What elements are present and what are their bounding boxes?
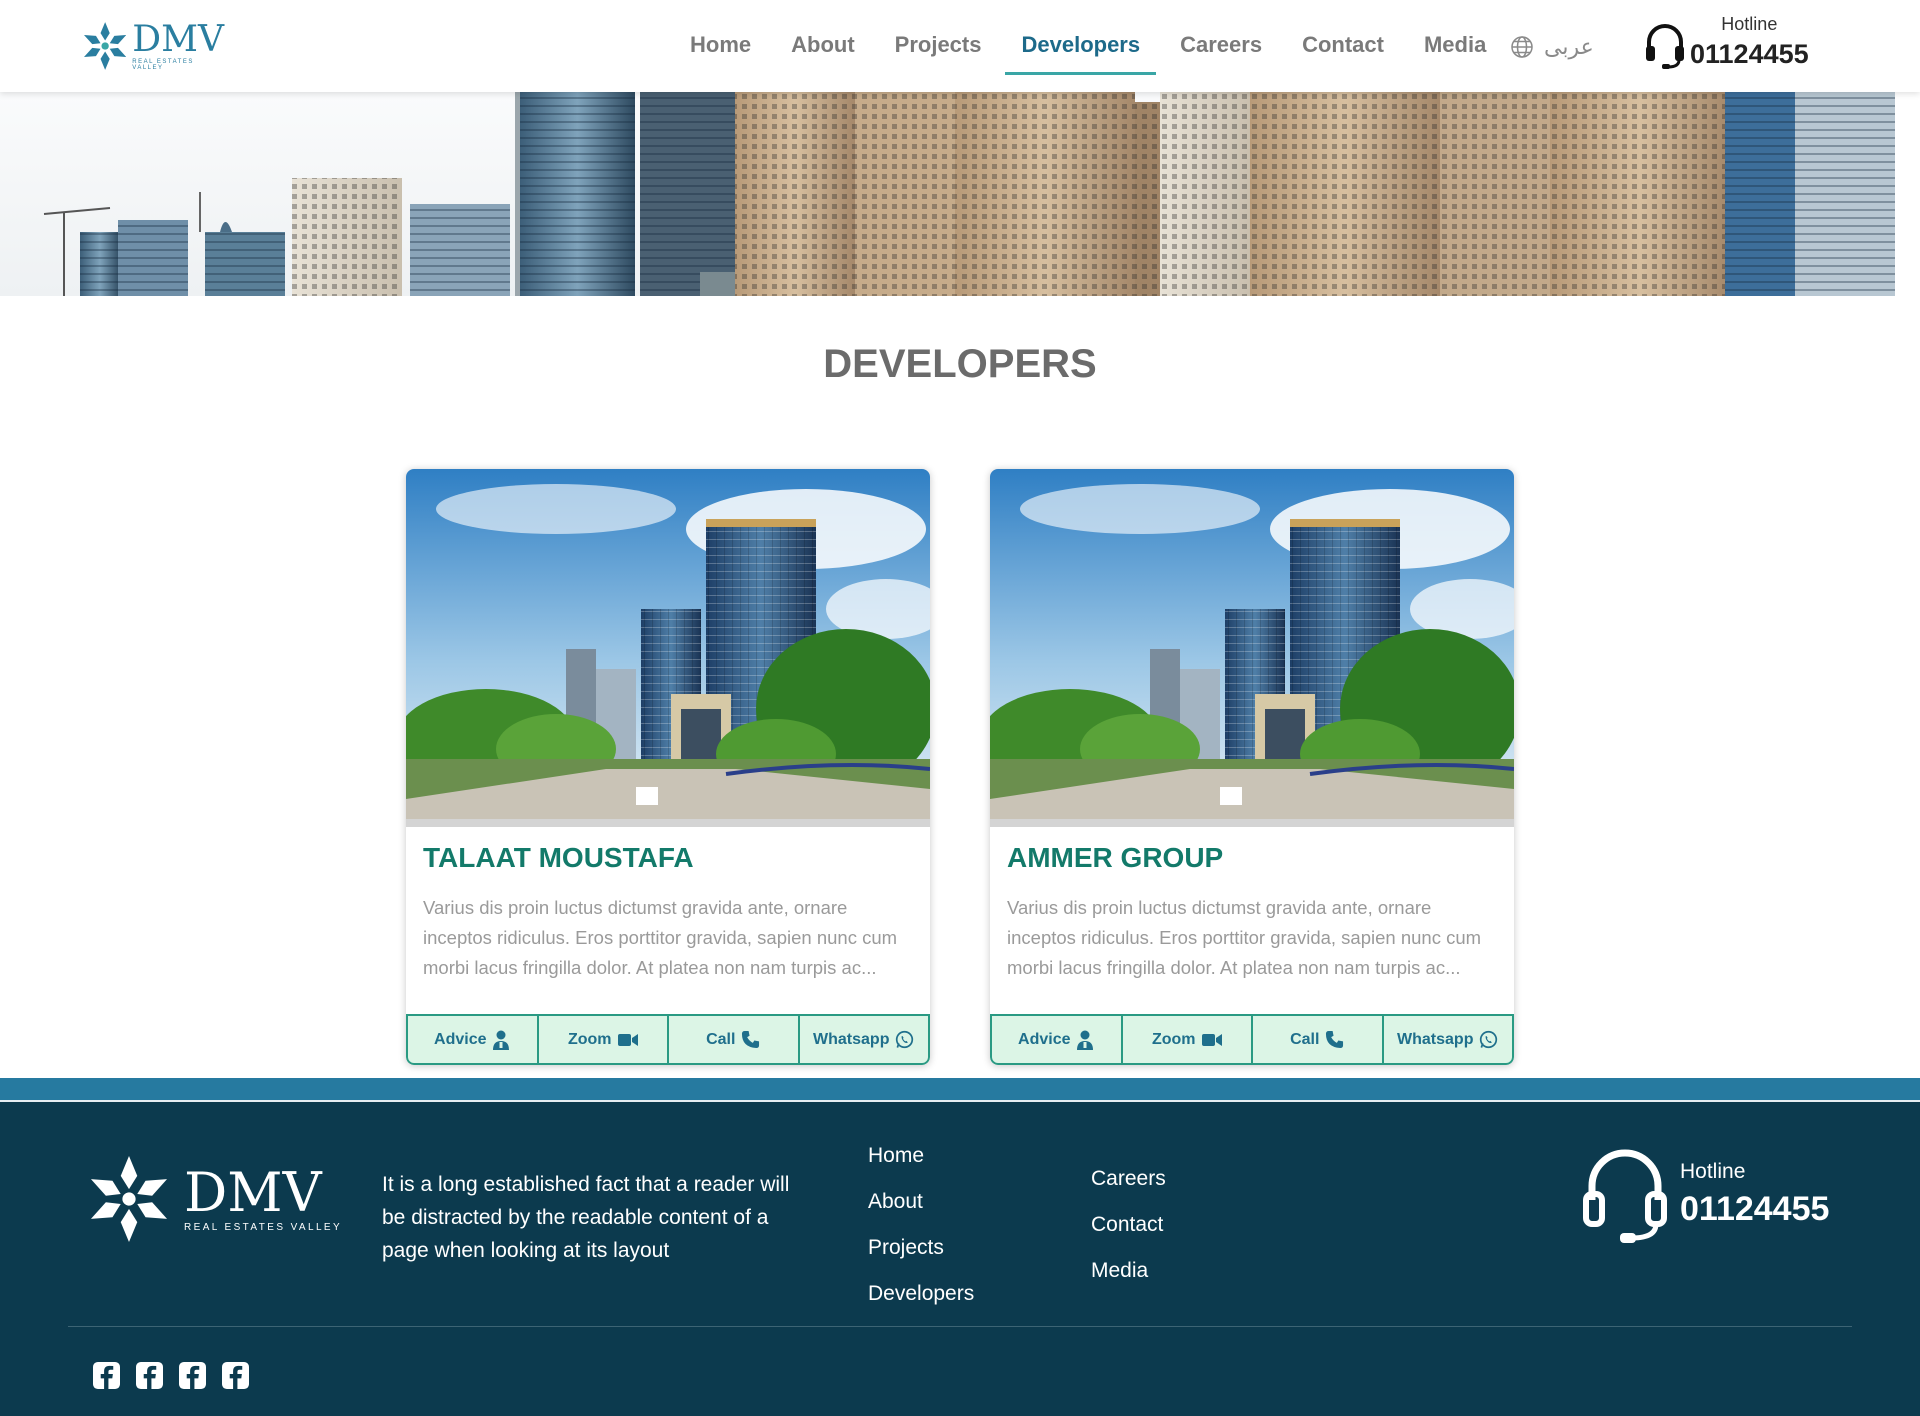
nav-developers[interactable]: Developers <box>1001 32 1160 76</box>
social-links <box>93 1362 249 1389</box>
call-button[interactable]: Call <box>669 1016 800 1063</box>
developer-card[interactable]: AMMER GROUP Varius dis proin luctus dict… <box>990 469 1514 1065</box>
developer-description: Varius dis proin luctus dictumst gravida… <box>423 897 898 978</box>
whatsapp-button[interactable]: Whatsapp <box>1384 1016 1513 1063</box>
footer-description: It is a long established fact that a rea… <box>382 1173 790 1262</box>
developer-name[interactable]: TALAAT MOUSTAFA <box>423 842 694 874</box>
facebook-icon[interactable] <box>93 1362 120 1389</box>
page-title: DEVELOPERS <box>823 342 1097 386</box>
nav-media[interactable]: Media <box>1404 32 1506 76</box>
developer-card[interactable]: TALAAT MOUSTAFA Varius dis proin luctus … <box>406 469 930 1065</box>
headset-icon <box>1583 1149 1667 1243</box>
card-actions: Advice Zoom Call Whatsapp <box>406 1014 930 1065</box>
whatsapp-icon <box>896 1030 914 1049</box>
facebook-icon[interactable] <box>136 1362 163 1389</box>
globe-icon <box>1511 36 1533 58</box>
hotline-label: Hotline <box>1721 14 1778 34</box>
card-actions: Advice Zoom Call Whatsapp <box>990 1014 1514 1065</box>
footer-link-contact[interactable]: Contact <box>1091 1213 1166 1259</box>
video-camera-icon <box>1201 1033 1222 1046</box>
developer-description: Varius dis proin luctus dictumst gravida… <box>1007 897 1482 978</box>
hero-banner <box>0 92 1895 296</box>
user-advisor-icon <box>1077 1030 1094 1050</box>
advice-label: Advice <box>1018 1030 1071 1048</box>
video-camera-icon <box>617 1033 638 1046</box>
advice-label: Advice <box>434 1030 487 1048</box>
footer-link-about[interactable]: About <box>868 1190 974 1236</box>
zoom-label: Zoom <box>1151 1030 1196 1048</box>
facebook-icon[interactable] <box>222 1362 249 1389</box>
zoom-button[interactable]: Zoom <box>1123 1016 1253 1063</box>
footer-link-developers[interactable]: Developers <box>868 1282 974 1328</box>
nav-about[interactable]: About <box>771 32 875 76</box>
footer-links-primary: Home About Projects Developers <box>868 1144 974 1328</box>
whatsapp-label: Whatsapp <box>813 1030 890 1048</box>
developer-name[interactable]: AMMER GROUP <box>1007 842 1223 874</box>
nav-projects[interactable]: Projects <box>875 32 1002 76</box>
footer-logo-tagline: REAL ESTATES VALLEY <box>184 1221 343 1233</box>
footer-hotline-label: Hotline <box>1680 1159 1746 1183</box>
footer-hotline: Hotline 01124455 <box>1582 1144 1829 1244</box>
nav-contact[interactable]: Contact <box>1282 32 1404 76</box>
advice-button[interactable]: Advice <box>408 1016 539 1063</box>
main-nav: Home About Projects Developers Careers C… <box>670 32 1506 76</box>
footer-hotline-number[interactable]: 01124455 <box>1680 1190 1829 1229</box>
footer-link-careers[interactable]: Careers <box>1091 1167 1166 1213</box>
call-label: Call <box>706 1030 736 1048</box>
skyline-banner-image <box>43 92 1895 296</box>
footer-link-projects[interactable]: Projects <box>868 1236 974 1282</box>
whatsapp-label: Whatsapp <box>1397 1030 1474 1048</box>
dmv-logo-mark-icon <box>84 22 127 70</box>
image-divider <box>406 819 930 827</box>
footer-link-home[interactable]: Home <box>868 1144 974 1190</box>
zoom-button[interactable]: Zoom <box>539 1016 669 1063</box>
site-logo[interactable]: DMV REAL ESTATES VALLEY <box>84 18 224 74</box>
call-label: Call <box>1290 1030 1320 1048</box>
footer-logo-brand: DMV <box>184 1160 322 1224</box>
phone-icon <box>742 1030 760 1049</box>
site-header: DMV REAL ESTATES VALLEY Home About Proje… <box>0 0 1920 92</box>
zoom-label: Zoom <box>567 1030 612 1048</box>
logo-brand: DMV <box>132 18 224 60</box>
footer-link-media[interactable]: Media <box>1091 1259 1166 1305</box>
dmv-logo-mark-icon <box>90 1156 168 1242</box>
header-hotline: Hotline 01124455 <box>1644 14 1809 70</box>
developer-image <box>406 469 930 819</box>
footer-accent-band <box>0 1078 1920 1100</box>
phone-icon <box>1326 1030 1344 1049</box>
advice-button[interactable]: Advice <box>992 1016 1123 1063</box>
developer-image <box>990 469 1514 819</box>
user-advisor-icon <box>493 1030 510 1050</box>
image-divider <box>990 819 1514 827</box>
footer-links-secondary: Careers Contact Media <box>1091 1167 1166 1305</box>
nav-home[interactable]: Home <box>670 32 771 76</box>
whatsapp-icon <box>1480 1030 1498 1049</box>
nav-careers[interactable]: Careers <box>1160 32 1282 76</box>
language-switch[interactable]: عربى <box>1510 34 1594 60</box>
hotline-number[interactable]: 01124455 <box>1690 39 1809 70</box>
logo-tagline: REAL ESTATES VALLEY <box>132 58 194 71</box>
facebook-icon[interactable] <box>179 1362 206 1389</box>
language-label: عربى <box>1544 34 1594 59</box>
footer-divider <box>68 1326 1852 1327</box>
headset-icon <box>1646 24 1684 69</box>
whatsapp-button[interactable]: Whatsapp <box>800 1016 929 1063</box>
call-button[interactable]: Call <box>1253 1016 1384 1063</box>
site-footer: DMV REAL ESTATES VALLEY It is a long est… <box>0 1102 1920 1416</box>
footer-logo[interactable]: DMV REAL ESTATES VALLEY <box>86 1156 342 1242</box>
